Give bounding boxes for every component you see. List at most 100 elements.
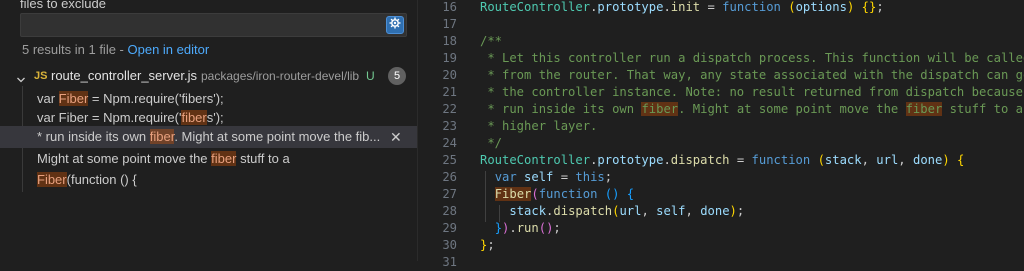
- match-highlight: Fiber: [58, 91, 89, 106]
- code-token: (): [604, 187, 620, 201]
- code-token: (: [788, 0, 796, 14]
- code-token: * the controller instance. Note: no resu…: [480, 85, 1024, 99]
- code-token: ;: [736, 204, 745, 218]
- code-token: done: [912, 153, 943, 167]
- code-line: 31: [419, 254, 1024, 271]
- code-token: this: [575, 170, 605, 184]
- match-count-badge: 5: [388, 67, 406, 85]
- code-line: 23 * higher layer.: [419, 118, 1024, 135]
- code-token: prototype: [597, 0, 664, 14]
- code-text: }).run();: [480, 220, 561, 237]
- code-token: init: [670, 0, 701, 14]
- code-line: 16 RouteController.prototype.init = funct…: [419, 0, 1024, 16]
- line-number: 30: [442, 238, 457, 252]
- code-line: 24 */: [419, 135, 1024, 152]
- code-token: fiber: [641, 102, 679, 116]
- code-line: 29 }).run();: [419, 220, 1024, 237]
- code-token: RouteController: [480, 0, 591, 14]
- gear-icon: [389, 16, 401, 34]
- open-in-editor-link[interactable]: Open in editor: [128, 42, 210, 57]
- code-token: =: [729, 153, 752, 167]
- file-name: route_controller_server.js: [51, 68, 197, 83]
- search-match-row[interactable]: var Fiber = Npm.require('fibers');: [0, 109, 417, 126]
- results-count-text: 5 results in 1 file -: [22, 42, 128, 57]
- line-number: 31: [442, 255, 457, 269]
- code-text: * the controller instance. Note: no resu…: [480, 84, 1024, 101]
- javascript-file-icon: JS: [34, 70, 48, 82]
- code-token: .: [663, 0, 671, 14]
- match-highlight: fiber: [149, 129, 175, 144]
- code-token: stuff to a: [942, 102, 1023, 116]
- code-token: {: [957, 153, 965, 167]
- code-token: stack: [824, 153, 862, 167]
- files-to-exclude-label: files to exclude: [20, 0, 106, 11]
- search-match-text: Might at some point move the fiber stuff…: [37, 148, 290, 169]
- code-line: 22 * run inside its own fiber. Might at …: [419, 101, 1024, 118]
- line-number: 27: [442, 187, 457, 201]
- match-highlight: fiber: [211, 151, 237, 166]
- search-match-row[interactable]: Fiber(function () {: [0, 169, 417, 190]
- code-text: /**: [480, 33, 502, 50]
- file-result-row[interactable]: JS route_controller_server.js packages/i…: [0, 66, 417, 86]
- code-line: 27 Fiber(function () {: [419, 186, 1024, 203]
- line-number: 28: [442, 204, 457, 218]
- code-token: {: [626, 187, 635, 201]
- git-status-badge: U: [366, 69, 375, 83]
- code-token: var: [494, 170, 517, 184]
- code-token: run: [516, 221, 539, 235]
- code-text: stack.dispatch(url, self, done);: [480, 203, 744, 220]
- code-token: ,: [641, 204, 657, 218]
- match-context-after: (function () {: [66, 172, 137, 187]
- search-results-pane: files to exclude 5 results in 1 file - O…: [0, 0, 418, 261]
- code-text: RouteController.prototype.init = functio…: [480, 0, 884, 16]
- match-context-after: stuff to a: [236, 151, 290, 166]
- search-match-row[interactable]: Might at some point move the fiber stuff…: [0, 148, 417, 169]
- line-number: 24: [442, 136, 457, 150]
- code-token: prototype: [597, 153, 664, 167]
- code-token: ): [942, 153, 950, 167]
- code-token: ;: [876, 0, 884, 14]
- line-number: 20: [442, 68, 457, 82]
- code-token: ,: [898, 153, 913, 167]
- code-token: */: [480, 136, 503, 150]
- code-token: options: [795, 0, 847, 14]
- code-token: * higher layer.: [480, 119, 598, 133]
- close-icon[interactable]: ✕: [390, 126, 402, 148]
- search-match-row[interactable]: var Fiber = Npm.require('fibers');: [0, 88, 417, 109]
- files-to-exclude-input[interactable]: [20, 13, 407, 37]
- code-token: =: [553, 170, 576, 184]
- code-token: RouteController: [480, 153, 591, 167]
- match-context-after: = Npm.require('fibers');: [88, 91, 224, 106]
- code-line: 30};: [419, 237, 1024, 254]
- code-line: 17: [419, 16, 1024, 33]
- code-line: 18 /**: [419, 33, 1024, 50]
- code-token: * Let this controller run a dispatch pro…: [480, 51, 1024, 65]
- search-match-text: var Fiber = Npm.require('fibers');: [37, 109, 224, 126]
- code-line: 25 RouteController.prototype.dispatch = f…: [419, 152, 1024, 169]
- code-text: };: [480, 237, 495, 254]
- search-match-row[interactable]: * run inside its own fiber. Might at som…: [0, 126, 417, 148]
- line-number: 21: [442, 85, 457, 99]
- code-text: var self = this;: [480, 169, 612, 186]
- exclude-settings-button[interactable]: [386, 16, 404, 34]
- search-match-text: Fiber(function () {: [37, 169, 137, 190]
- line-number: 22: [442, 102, 457, 116]
- line-number: 16: [442, 0, 457, 14]
- code-text: * Let this controller run a dispatch pro…: [480, 50, 1024, 67]
- match-context-before: var Fiber = Npm.require(': [37, 110, 182, 125]
- code-text: Fiber(function () {: [480, 186, 634, 203]
- code-token: .: [509, 221, 517, 235]
- code-token: * run inside its own: [480, 102, 642, 116]
- code-token: fiber: [905, 102, 943, 116]
- line-number: 18: [442, 34, 457, 48]
- code-token: self: [524, 170, 554, 184]
- code-editor[interactable]: 16 RouteController.prototype.init = funct…: [419, 0, 1024, 269]
- code-token: ,: [861, 153, 877, 167]
- match-highlight: Fiber: [37, 172, 67, 187]
